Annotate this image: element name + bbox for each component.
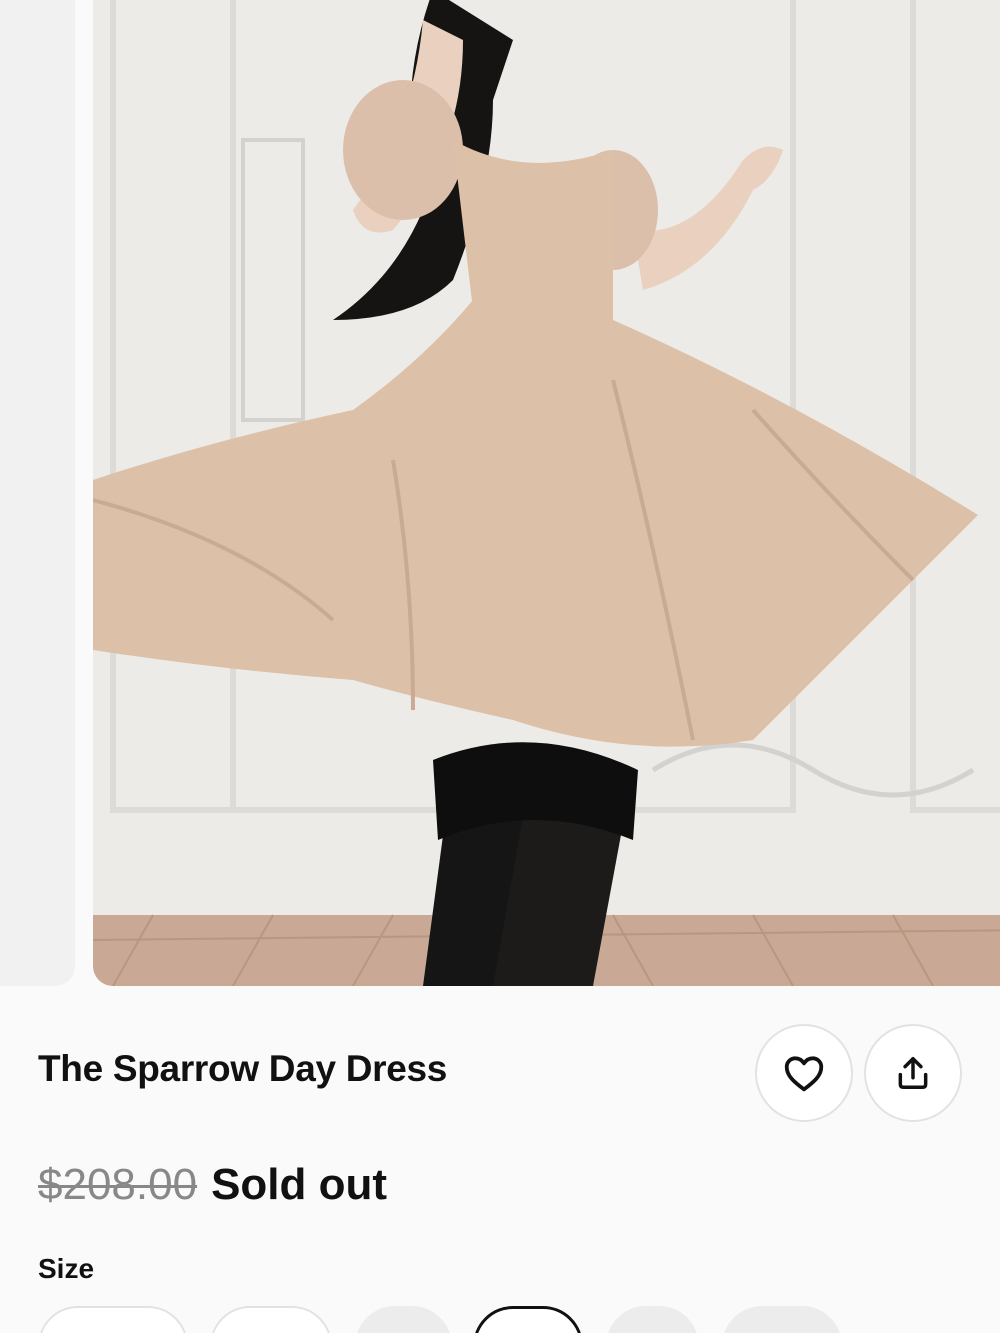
product-image-gallery[interactable] (0, 0, 1000, 987)
size-option[interactable] (210, 1306, 332, 1333)
size-option-selected[interactable] (473, 1306, 583, 1333)
share-icon (898, 1057, 928, 1089)
size-option-unavailable[interactable] (606, 1306, 699, 1333)
product-photo[interactable] (93, 0, 1000, 986)
size-option-unavailable[interactable] (355, 1306, 452, 1333)
previous-image-card[interactable] (0, 0, 75, 986)
size-option[interactable] (38, 1306, 188, 1333)
product-title: The Sparrow Day Dress (38, 1048, 448, 1089)
price-row: $208.00 Sold out (38, 1160, 387, 1210)
share-button[interactable] (864, 1024, 962, 1122)
size-option-unavailable[interactable] (722, 1306, 842, 1333)
sold-out-status: Sold out (211, 1160, 388, 1209)
size-label: Size (38, 1253, 95, 1284)
product-photo-illustration (93, 0, 1000, 986)
heart-icon (784, 1056, 824, 1092)
original-price: $208.00 (38, 1160, 198, 1209)
favorite-button[interactable] (755, 1024, 853, 1122)
